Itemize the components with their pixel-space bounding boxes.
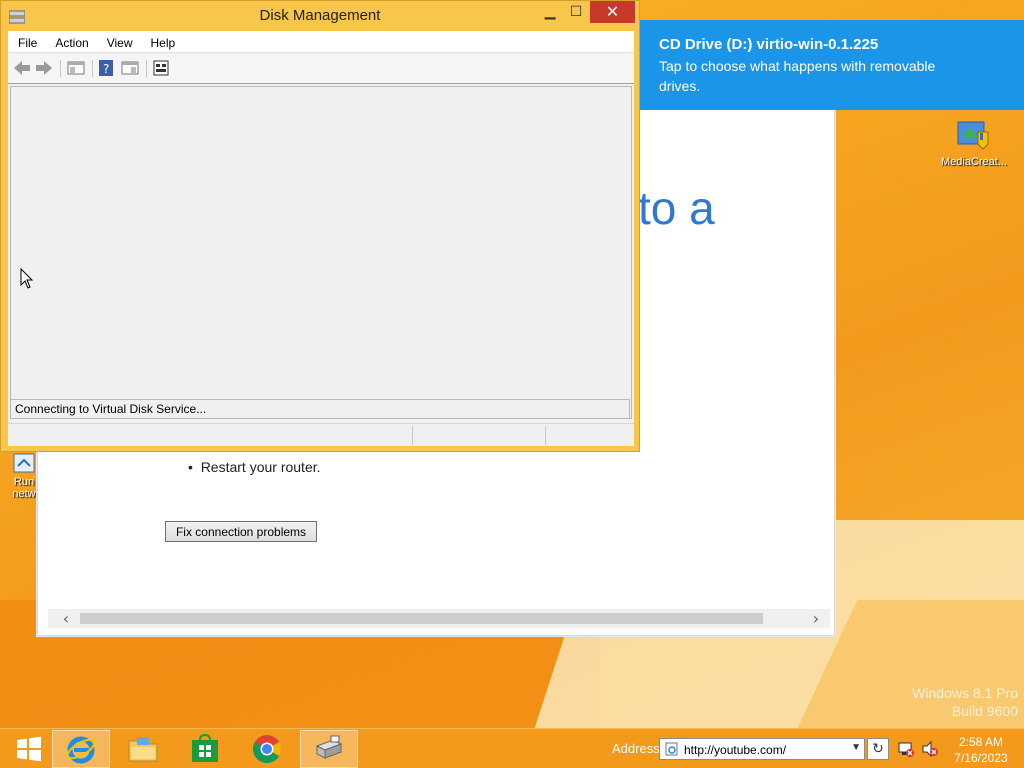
status-bar-segment (545, 426, 634, 445)
run-network-icon (12, 452, 36, 476)
menu-action[interactable]: Action (45, 31, 96, 52)
disk-list-pane[interactable] (10, 86, 632, 419)
show-hide-console-tree-icon[interactable] (66, 59, 86, 77)
svg-text:?: ? (103, 62, 109, 76)
internet-explorer-icon (66, 736, 96, 764)
store-icon (192, 734, 218, 762)
desktop-icon-label: MediaCreat... (940, 156, 1008, 168)
fix-connection-problems-button[interactable]: Fix connection problems (165, 521, 317, 542)
properties-icon[interactable] (120, 59, 140, 77)
taskbar-disk-management[interactable] (300, 730, 358, 768)
notification-title: CD Drive (D:) virtio-win-0.1.225 (659, 36, 879, 53)
page-heading-fragment: to a (638, 182, 715, 234)
help-icon[interactable]: ? (96, 59, 116, 77)
maximize-icon: ☐ (569, 4, 583, 20)
address-toolbar-label: Address (612, 741, 660, 756)
forward-arrow-icon[interactable] (34, 59, 54, 77)
taskbar: Address http://youtube.com/ ▼ ↻ 2:58 AM … (0, 728, 1024, 768)
volume-muted-icon[interactable] (921, 740, 939, 762)
taskbar-chrome[interactable] (238, 730, 296, 768)
minimize-button[interactable]: ▁ (538, 1, 562, 23)
address-input[interactable]: http://youtube.com/ ▼ (659, 738, 865, 760)
scrollbar-thumb[interactable] (80, 613, 763, 624)
horizontal-scrollbar[interactable]: ‹ › (48, 609, 830, 628)
tip-text: Restart your router. (200, 459, 321, 475)
disk-settings-icon[interactable] (151, 59, 171, 77)
refresh-button[interactable]: ↻ (867, 738, 889, 760)
disk-management-window[interactable]: Disk Management ▁ ☐ ✕ File Action View H… (0, 0, 640, 452)
minimize-icon: ▁ (544, 4, 556, 20)
clock-time: 2:58 AM (958, 735, 1004, 749)
windows-watermark: Windows 8.1 Pro Build 9600 (912, 684, 1018, 720)
mouse-cursor-icon (20, 267, 34, 294)
toolbar-separator (60, 60, 61, 77)
back-arrow-icon[interactable] (12, 59, 32, 77)
tip-list-item: • Restart your router. (188, 459, 321, 475)
clock-date: 7/16/2023 (954, 751, 1008, 765)
file-explorer-icon (128, 737, 158, 762)
title-bar[interactable]: Disk Management ▁ ☐ ✕ (1, 1, 639, 31)
scroll-left-icon[interactable]: ‹ (56, 609, 76, 628)
network-status-icon[interactable] (897, 740, 915, 762)
autoplay-notification[interactable]: CD Drive (D:) virtio-win-0.1.225 Tap to … (640, 20, 1024, 110)
menu-bar: File Action View Help (8, 31, 634, 53)
menu-view[interactable]: View (97, 31, 141, 52)
maximize-button[interactable]: ☐ (564, 1, 588, 23)
media-creation-tool-icon (954, 116, 994, 156)
bullet-icon: • (188, 459, 201, 475)
toolbar-separator (146, 60, 147, 77)
disk-management-icon (315, 735, 343, 759)
desktop-icon-mediacreation[interactable]: MediaCreat... (936, 116, 1012, 168)
window-client-area: File Action View Help ? Connecting to Vi… (8, 31, 634, 446)
start-icon (17, 736, 41, 762)
taskbar-store[interactable] (176, 730, 234, 768)
taskbar-file-explorer[interactable] (114, 730, 172, 768)
start-button[interactable] (0, 730, 58, 768)
toolbar: ? (8, 54, 634, 84)
watermark-build: Build 9600 (951, 703, 1018, 719)
ie-page-icon (665, 742, 679, 759)
status-bar (8, 423, 634, 446)
scroll-right-icon[interactable]: › (806, 609, 826, 628)
refresh-icon: ↻ (872, 741, 884, 757)
status-bar-segment (412, 426, 545, 445)
chrome-icon (253, 735, 281, 763)
close-button[interactable]: ✕ (590, 1, 635, 23)
watermark-edition: Windows 8.1 Pro (912, 685, 1018, 701)
taskbar-internet-explorer[interactable] (52, 730, 110, 768)
menu-file[interactable]: File (8, 31, 45, 52)
notification-message: Tap to choose what happens with removabl… (659, 58, 936, 94)
system-clock[interactable]: 2:58 AM 7/16/2023 (948, 734, 1014, 766)
toolbar-separator (92, 60, 93, 77)
status-message: Connecting to Virtual Disk Service... (10, 399, 630, 419)
menu-help[interactable]: Help (141, 31, 184, 52)
chevron-down-icon[interactable]: ▼ (851, 742, 861, 753)
close-icon: ✕ (605, 2, 620, 21)
address-value: http://youtube.com/ (684, 743, 787, 757)
